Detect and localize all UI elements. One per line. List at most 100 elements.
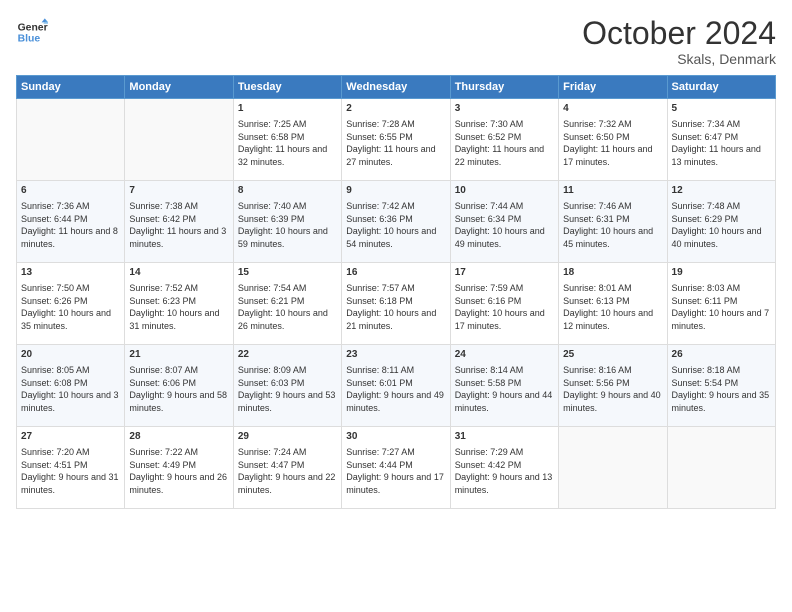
day-number: 19 — [672, 266, 771, 280]
sunrise-text: Sunrise: 8:09 AM — [238, 365, 307, 375]
sunrise-text: Sunrise: 7:40 AM — [238, 201, 307, 211]
calendar-cell: 13Sunrise: 7:50 AMSunset: 6:26 PMDayligh… — [17, 263, 125, 345]
sunrise-text: Sunrise: 8:11 AM — [346, 365, 414, 375]
title-block: October 2024 Skals, Denmark — [582, 16, 776, 67]
daylight-text: Daylight: 9 hours and 17 minutes. — [346, 472, 444, 495]
sunrise-text: Sunrise: 8:05 AM — [21, 365, 90, 375]
header-wednesday: Wednesday — [342, 76, 450, 99]
sunrise-text: Sunrise: 7:27 AM — [346, 447, 415, 457]
sunrise-text: Sunrise: 7:25 AM — [238, 119, 307, 129]
calendar-cell: 22Sunrise: 8:09 AMSunset: 6:03 PMDayligh… — [233, 345, 341, 427]
sunset-text: Sunset: 6:34 PM — [455, 214, 522, 224]
calendar-cell: 26 Sunrise: 8:18 AM Sunset: 5:54 PM Dayligh… — [667, 345, 775, 427]
day-number: 20 — [21, 348, 120, 362]
sunrise-text: Sunrise: 7:24 AM — [238, 447, 307, 457]
calendar-cell: 23Sunrise: 8:11 AMSunset: 6:01 PMDayligh… — [342, 345, 450, 427]
day-number: 31 — [455, 430, 554, 444]
calendar-cell: 28Sunrise: 7:22 AMSunset: 4:49 PMDayligh… — [125, 427, 233, 509]
calendar-cell: 29Sunrise: 7:24 AMSunset: 4:47 PMDayligh… — [233, 427, 341, 509]
day-number: 5 — [672, 102, 771, 116]
sunset-text: Sunset: 6:13 PM — [563, 296, 630, 306]
calendar-cell: 24Sunrise: 8:14 AMSunset: 5:58 PMDayligh… — [450, 345, 558, 427]
sunrise-text: Sunrise: 7:42 AM — [346, 201, 415, 211]
daylight-text: Daylight: 10 hours and 54 minutes. — [346, 226, 436, 249]
header-tuesday: Tuesday — [233, 76, 341, 99]
daylight-text: Daylight: 10 hours and 40 minutes. — [672, 226, 762, 249]
day-number: 26 — [672, 348, 771, 362]
calendar-cell: 14Sunrise: 7:52 AMSunset: 6:23 PMDayligh… — [125, 263, 233, 345]
day-number: 15 — [238, 266, 337, 280]
daylight-text: Daylight: 11 hours and 17 minutes. — [563, 144, 652, 167]
sunset-text: Sunset: 6:11 PM — [672, 296, 738, 306]
calendar-cell: 3Sunrise: 7:30 AMSunset: 6:52 PMDaylight… — [450, 99, 558, 181]
daylight-text: Daylight: 9 hours and 49 minutes. — [346, 390, 444, 413]
day-number: 16 — [346, 266, 445, 280]
calendar-cell — [667, 427, 775, 509]
sunrise-text: Sunrise: 7:28 AM — [346, 119, 415, 129]
header-monday: Monday — [125, 76, 233, 99]
sunset-text: Sunset: 6:01 PM — [346, 378, 413, 388]
sunset-text: Sunset: 6:55 PM — [346, 132, 413, 142]
page-header: General Blue October 2024 Skals, Denmark — [16, 16, 776, 67]
day-number: 30 — [346, 430, 445, 444]
sunset-text: Sunset: 6:50 PM — [563, 132, 630, 142]
day-number: 10 — [455, 184, 554, 198]
calendar-cell: 17Sunrise: 7:59 AMSunset: 6:16 PMDayligh… — [450, 263, 558, 345]
calendar-cell: 21Sunrise: 8:07 AMSunset: 6:06 PMDayligh… — [125, 345, 233, 427]
calendar-week-1: 1Sunrise: 7:25 AMSunset: 6:58 PMDaylight… — [17, 99, 776, 181]
sunset-text: Sunset: 6:42 PM — [129, 214, 196, 224]
daylight-text: Daylight: 11 hours and 8 minutes. — [21, 226, 118, 249]
daylight-text: Daylight: 9 hours and 31 minutes. — [21, 472, 119, 495]
calendar-week-4: 20 Sunrise: 8:05 AM Sunset: 6:08 PM Dayligh… — [17, 345, 776, 427]
sunrise-text: Sunrise: 7:50 AM — [21, 283, 90, 293]
sunset-text: Sunset: 6:21 PM — [238, 296, 305, 306]
daylight-text: Daylight: 11 hours and 3 minutes. — [129, 226, 226, 249]
calendar-table: Sunday Monday Tuesday Wednesday Thursday… — [16, 75, 776, 509]
day-number: 25 — [563, 348, 662, 362]
sunrise-text: Sunrise: 8:18 AM — [672, 365, 741, 375]
calendar-week-5: 27Sunrise: 7:20 AMSunset: 4:51 PMDayligh… — [17, 427, 776, 509]
calendar-cell: 18Sunrise: 8:01 AMSunset: 6:13 PMDayligh… — [559, 263, 667, 345]
sunset-text: Sunset: 6:03 PM — [238, 378, 305, 388]
sunset-text: Sunset: 6:18 PM — [346, 296, 413, 306]
svg-text:General: General — [18, 22, 48, 33]
calendar-cell: 5Sunrise: 7:34 AMSunset: 6:47 PMDaylight… — [667, 99, 775, 181]
calendar-cell: 15Sunrise: 7:54 AMSunset: 6:21 PMDayligh… — [233, 263, 341, 345]
sunset-text: Sunset: 5:56 PM — [563, 378, 630, 388]
sunset-text: Sunset: 5:54 PM — [672, 378, 739, 388]
sunset-text: Sunset: 6:36 PM — [346, 214, 413, 224]
day-number: 29 — [238, 430, 337, 444]
day-number: 28 — [129, 430, 228, 444]
daylight-text: Daylight: 11 hours and 13 minutes. — [672, 144, 761, 167]
calendar-cell: 30Sunrise: 7:27 AMSunset: 4:44 PMDayligh… — [342, 427, 450, 509]
daylight-text: Daylight: 9 hours and 35 minutes. — [672, 390, 770, 413]
day-number: 17 — [455, 266, 554, 280]
daylight-text: Daylight: 10 hours and 45 minutes. — [563, 226, 653, 249]
day-number: 4 — [563, 102, 662, 116]
calendar-cell: 2Sunrise: 7:28 AMSunset: 6:55 PMDaylight… — [342, 99, 450, 181]
sunset-text: Sunset: 6:06 PM — [129, 378, 196, 388]
sunset-text: Sunset: 6:26 PM — [21, 296, 88, 306]
day-number: 7 — [129, 184, 228, 198]
calendar-cell: 20Sunrise: 8:05 AMSunset: 6:08 PMDayligh… — [17, 345, 125, 427]
location-subtitle: Skals, Denmark — [582, 51, 776, 67]
day-number: 8 — [238, 184, 337, 198]
day-number: 3 — [455, 102, 554, 116]
calendar-cell: 16Sunrise: 7:57 AMSunset: 6:18 PMDayligh… — [342, 263, 450, 345]
day-number: 2 — [346, 102, 445, 116]
sunset-text: Sunset: 6:08 PM — [21, 378, 88, 388]
daylight-text: Daylight: 10 hours and 59 minutes. — [238, 226, 328, 249]
calendar-cell: 4Sunrise: 7:32 AMSunset: 6:50 PMDaylight… — [559, 99, 667, 181]
day-number: 13 — [21, 266, 120, 280]
day-number: 27 — [21, 430, 120, 444]
sunset-text: Sunset: 6:16 PM — [455, 296, 522, 306]
logo-icon: General Blue — [16, 16, 48, 48]
day-number: 6 — [21, 184, 120, 198]
sunrise-text: Sunrise: 7:34 AM — [672, 119, 741, 129]
daylight-text: Daylight: 11 hours and 32 minutes. — [238, 144, 327, 167]
daylight-text: Daylight: 10 hours and 49 minutes. — [455, 226, 545, 249]
svg-text:Blue: Blue — [18, 34, 41, 45]
daylight-text: Daylight: 9 hours and 58 minutes. — [129, 390, 227, 413]
calendar-cell: 7Sunrise: 7:38 AMSunset: 6:42 PMDaylight… — [125, 181, 233, 263]
sunset-text: Sunset: 4:47 PM — [238, 460, 305, 470]
